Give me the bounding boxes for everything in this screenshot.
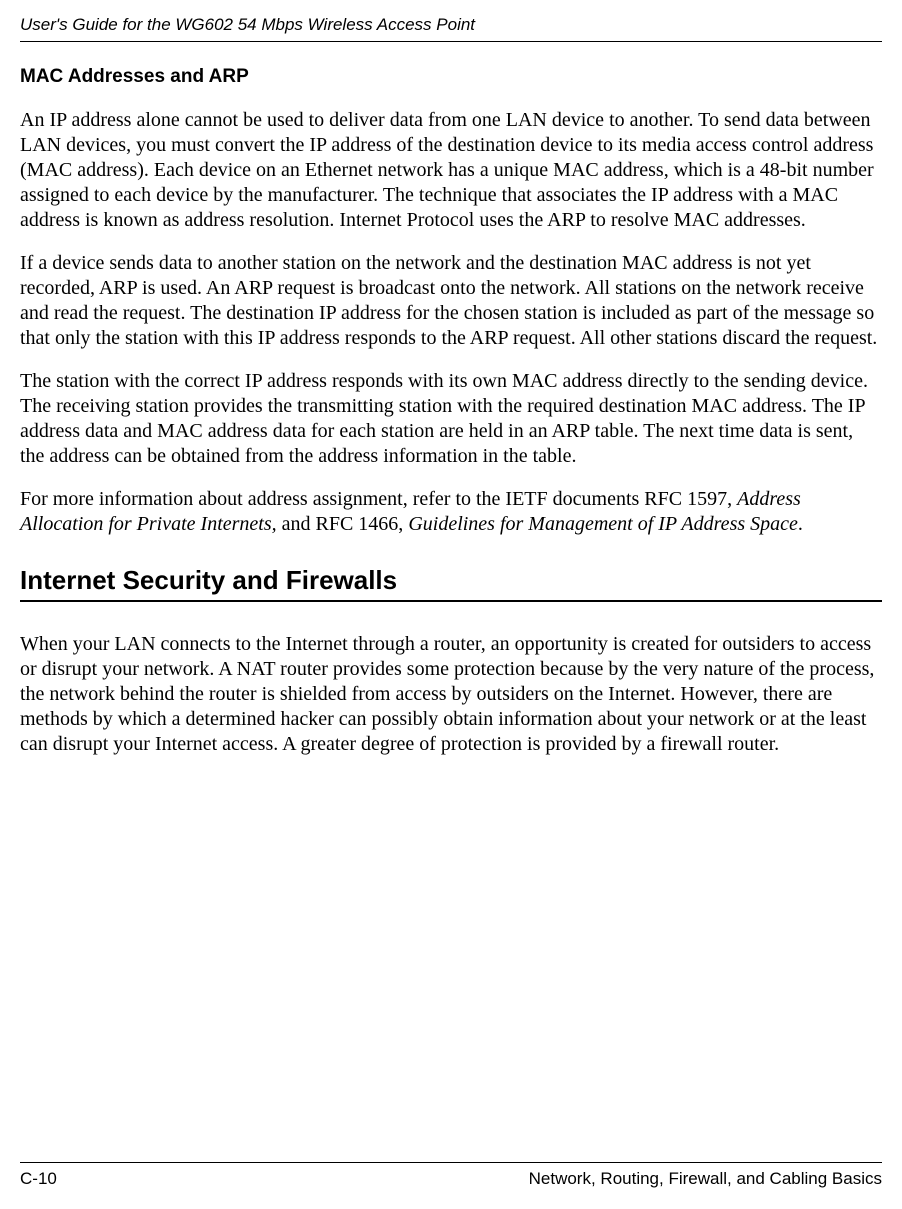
heading-internet-security-firewalls: Internet Security and Firewalls [20,565,882,602]
text-run: For more information about address assig… [20,488,737,510]
paragraph: If a device sends data to another statio… [20,251,882,351]
document-header: User's Guide for the WG602 54 Mbps Wirel… [20,15,882,42]
paragraph: The station with the correct IP address … [20,369,882,469]
paragraph: When your LAN connects to the Internet t… [20,632,882,757]
footer-section-name: Network, Routing, Firewall, and Cabling … [529,1169,882,1189]
page-number: C-10 [20,1169,57,1189]
text-run: and RFC 1466, [277,513,409,535]
paragraph: An IP address alone cannot be used to de… [20,108,882,233]
paragraph: For more information about address assig… [20,487,882,537]
text-run: . [798,513,803,535]
italic-reference: Guidelines for Management of IP Address … [408,513,798,535]
heading-mac-addresses-arp: MAC Addresses and ARP [20,66,882,88]
page-footer: C-10 Network, Routing, Firewall, and Cab… [20,1162,882,1189]
